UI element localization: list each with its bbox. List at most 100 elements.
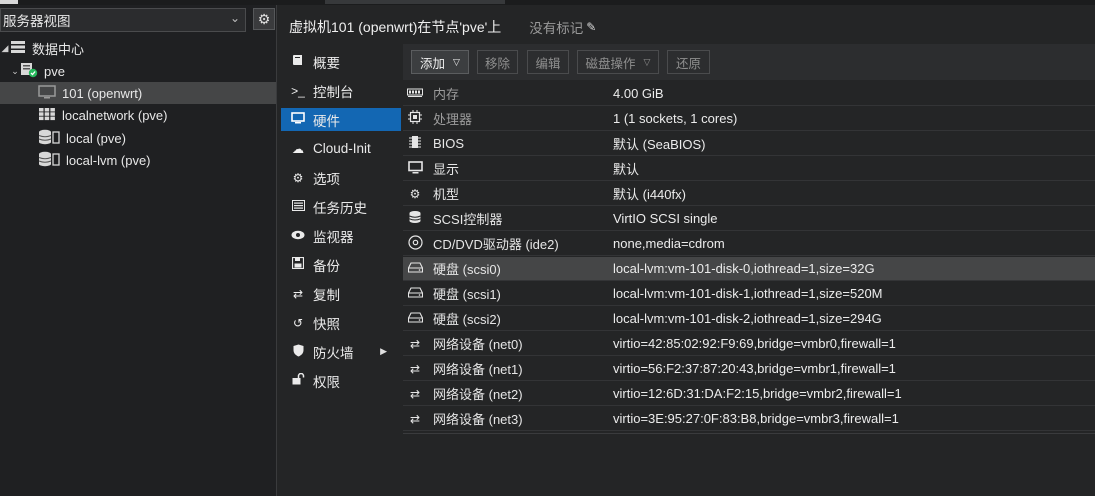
vm-nav-menu: 概要 >_ 控制台 硬件 ☁ Cloud-Init ⚙ 选项 任务历史 监视器 … [281, 44, 401, 496]
hardware-value: virtio=42:85:02:92:F9:69,bridge=vmbr0,fi… [613, 336, 896, 351]
hardware-row-bios[interactable]: BIOS 默认 (SeaBIOS) [403, 132, 1095, 156]
expand-triangle-icon[interactable]: ◢ [0, 43, 10, 54]
chevron-down-icon: ⌄ [229, 11, 240, 25]
view-select-label: 服务器视图 [3, 14, 71, 29]
hardware-value: local-lvm:vm-101-disk-1,iothread=1,size=… [613, 286, 883, 301]
chip-icon [407, 135, 423, 152]
edit-button-label: 编辑 [535, 56, 561, 71]
page-header: 虚拟机101 (openwrt)在节点'pve'上 没有标记 ✎ [281, 13, 1095, 41]
list-icon [291, 199, 305, 214]
book-icon [291, 54, 305, 69]
hardware-row-cdrom[interactable]: CD/DVD驱动器 (ide2) none,media=cdrom [403, 232, 1095, 256]
nav-item-monitor[interactable]: 监视器 [281, 224, 401, 247]
cdrom-icon [407, 234, 423, 253]
disk-action-button[interactable]: 磁盘操作 ▽ [577, 50, 659, 74]
node-online-icon [20, 62, 38, 81]
hardware-row-net2[interactable]: ⇄ 网络设备 (net2) virtio=12:6D:31:DA:F2:15,b… [403, 382, 1095, 406]
nav-item-cloud-init[interactable]: ☁ Cloud-Init [281, 137, 401, 160]
view-select[interactable]: 服务器视图 ⌄ [0, 8, 246, 32]
tree-item-datacenter[interactable]: ◢ 数据中心 [0, 37, 276, 59]
nav-item-label: 防火墙 [313, 345, 354, 361]
memory-icon [407, 87, 423, 101]
tree-item-storage-local[interactable]: local (pve) [0, 127, 276, 149]
tree-item-vm-101[interactable]: 101 (openwrt) [0, 82, 276, 104]
nav-item-summary[interactable]: 概要 [281, 50, 401, 73]
resource-tree-panel: 服务器视图 ⌄ ⚙ ◢ 数据中心 ⌄ pve 101 (openwrt) loc… [0, 5, 277, 496]
hdd-icon [407, 286, 423, 301]
nav-item-hardware[interactable]: 硬件 [281, 108, 401, 131]
tree-item-storage-local-lvm[interactable]: local-lvm (pve) [0, 149, 276, 171]
tags-text: 没有标记 [529, 21, 584, 36]
nav-item-label: 复制 [313, 287, 340, 303]
hardware-row-memory[interactable]: 内存 4.00 GiB [403, 82, 1095, 106]
nav-item-options[interactable]: ⚙ 选项 [281, 166, 401, 189]
hardware-row-display[interactable]: 显示 默认 [403, 157, 1095, 181]
chevron-down-icon: ▽ [453, 56, 460, 67]
nav-item-label: 概要 [313, 55, 340, 71]
pencil-icon[interactable]: ✎ [586, 20, 596, 34]
hdd-icon [407, 261, 423, 276]
hardware-value: 默认 [613, 162, 640, 177]
remove-button-label: 移除 [484, 56, 510, 71]
hardware-name: 硬盘 (scsi0) [433, 262, 501, 277]
edit-button[interactable]: 编辑 [527, 50, 569, 74]
tree-item-localnetwork[interactable]: localnetwork (pve) [0, 104, 276, 126]
hardware-value: local-lvm:vm-101-disk-2,iothread=1,size=… [613, 311, 882, 326]
hardware-name: BIOS [433, 136, 465, 151]
storage-icon [38, 129, 60, 148]
display-icon [407, 160, 423, 177]
hardware-row-net3[interactable]: ⇄ 网络设备 (net3) virtio=3E:95:27:0F:83:B8,b… [403, 407, 1095, 431]
hardware-row-disk-scsi2[interactable]: 硬盘 (scsi2) local-lvm:vm-101-disk-2,iothr… [403, 307, 1095, 331]
remove-button[interactable]: 移除 [477, 50, 518, 74]
nav-item-console[interactable]: >_ 控制台 [281, 79, 401, 102]
shield-icon [291, 344, 305, 360]
exchange-icon: ⇄ [409, 386, 421, 401]
nav-item-label: 硬件 [313, 113, 340, 129]
nav-item-snapshots[interactable]: ↺ 快照 [281, 311, 401, 334]
tree-item-node-pve[interactable]: ⌄ pve [0, 60, 276, 82]
hardware-row-disk-scsi1[interactable]: 硬盘 (scsi1) local-lvm:vm-101-disk-1,iothr… [403, 282, 1095, 306]
hardware-name: 网络设备 (net3) [433, 412, 523, 427]
exchange-icon: ⇄ [409, 336, 421, 351]
nav-item-label: 权限 [313, 374, 340, 390]
cpu-icon [407, 110, 423, 127]
hardware-toolbar: 添加 ▽ 移除 编辑 磁盘操作 ▽ 还原 [403, 44, 1095, 80]
tree-settings-button[interactable]: ⚙ [253, 8, 275, 30]
disk-action-button-label: 磁盘操作 [585, 56, 636, 71]
nav-item-replication[interactable]: ⇄ 复制 [281, 282, 401, 305]
nav-item-permissions[interactable]: 权限 [281, 369, 401, 392]
nav-item-label: 任务历史 [313, 200, 367, 216]
hardware-value: VirtIO SCSI single [613, 211, 718, 226]
hardware-value: local-lvm:vm-101-disk-0,iothread=1,size=… [613, 261, 875, 276]
hardware-value: none,media=cdrom [613, 236, 725, 251]
nav-item-label: 快照 [313, 316, 340, 332]
hardware-row-net0[interactable]: ⇄ 网络设备 (net0) virtio=42:85:02:92:F9:69,b… [403, 332, 1095, 356]
nav-item-firewall[interactable]: 防火墙 ▶ [281, 340, 401, 363]
vm-icon [38, 84, 56, 102]
terminal-icon: >_ [291, 83, 305, 98]
nav-item-backup[interactable]: 备份 [281, 253, 401, 276]
nav-item-task-history[interactable]: 任务历史 [281, 195, 401, 218]
expand-triangle-icon[interactable]: ⌄ [10, 66, 20, 77]
cogs-icon: ⚙ [409, 186, 421, 201]
hardware-row-disk-scsi0[interactable]: 硬盘 (scsi0) local-lvm:vm-101-disk-0,iothr… [403, 257, 1095, 281]
hardware-row-net1[interactable]: ⇄ 网络设备 (net1) virtio=56:F2:37:87:20:43,b… [403, 357, 1095, 381]
hardware-name: 网络设备 (net1) [433, 362, 523, 377]
nav-item-label: 选项 [313, 171, 340, 187]
add-button[interactable]: 添加 ▽ [411, 50, 469, 74]
cloud-icon: ☁ [292, 141, 304, 156]
tree-item-label: pve [44, 63, 65, 79]
revert-button-label: 还原 [675, 56, 701, 71]
tree-item-label: 101 (openwrt) [62, 85, 143, 101]
exchange-icon: ⇄ [409, 361, 421, 376]
add-button-label: 添加 [420, 56, 446, 71]
hardware-name: 机型 [433, 187, 460, 202]
hardware-row-scsi-controller[interactable]: SCSI控制器 VirtIO SCSI single [403, 207, 1095, 231]
hardware-row-cpu[interactable]: 处理器 1 (1 sockets, 1 cores) [403, 107, 1095, 131]
hardware-row-machine[interactable]: ⚙ 机型 默认 (i440fx) [403, 182, 1095, 206]
hardware-value: virtio=3E:95:27:0F:83:B8,bridge=vmbr3,fi… [613, 411, 899, 426]
retweet-icon: ⇄ [292, 286, 304, 301]
datacenter-icon [10, 40, 26, 57]
revert-button[interactable]: 还原 [667, 50, 710, 74]
database-icon [407, 210, 423, 227]
